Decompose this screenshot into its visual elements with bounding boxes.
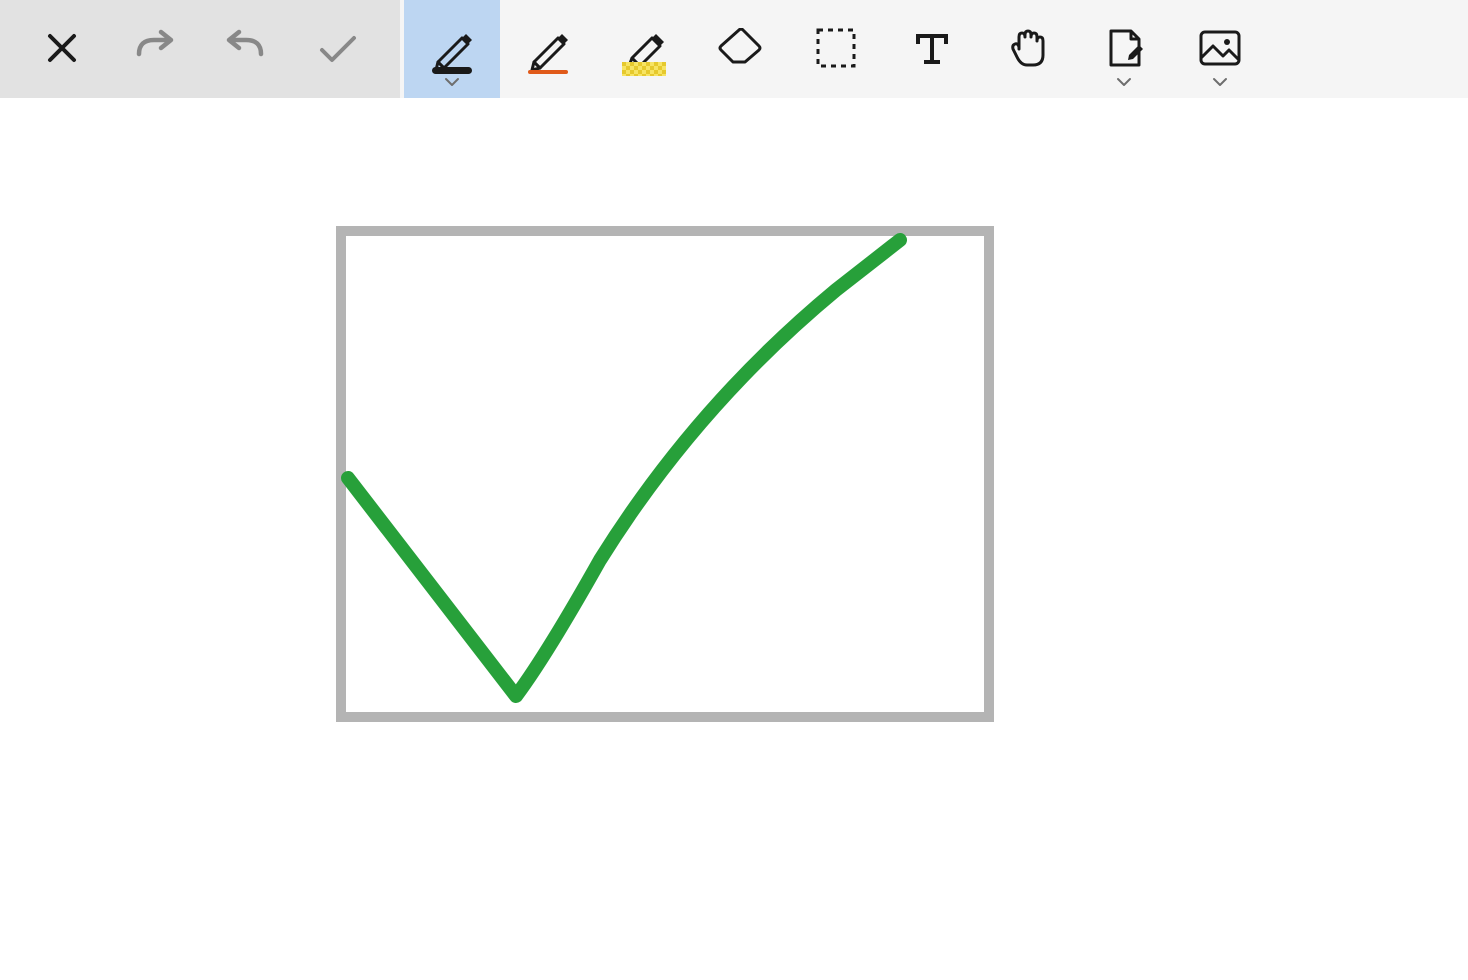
highlighter-color-swatch — [622, 62, 666, 76]
check-icon — [316, 30, 360, 69]
pen-black-tool[interactable] — [404, 0, 500, 98]
select-tool[interactable] — [788, 0, 884, 98]
chevron-down-icon — [1212, 75, 1228, 90]
chevron-down-icon — [1116, 75, 1132, 90]
insert-image-tool[interactable] — [1172, 0, 1268, 98]
redo-button[interactable] — [108, 0, 200, 98]
text-tool[interactable] — [884, 0, 980, 98]
pen-color-swatch — [528, 70, 568, 74]
eraser-tool[interactable] — [692, 0, 788, 98]
selection-icon — [814, 26, 858, 73]
text-icon — [912, 28, 952, 71]
annotation-toolbar — [0, 0, 1468, 98]
hand-icon — [1005, 25, 1051, 74]
image-icon — [1197, 28, 1243, 71]
undo-icon — [223, 28, 269, 71]
page-edit-icon — [1101, 25, 1147, 74]
redo-icon — [131, 28, 177, 71]
toolbar-actions-group — [0, 0, 400, 98]
pen-color-swatch — [432, 67, 472, 74]
page-edit-tool[interactable] — [1076, 0, 1172, 98]
close-button[interactable] — [16, 0, 108, 98]
pen-icon — [524, 24, 572, 75]
drawn-rectangle-shape[interactable] — [336, 226, 994, 722]
toolbar-tools-group — [400, 0, 1468, 98]
close-icon — [42, 28, 82, 71]
undo-button[interactable] — [200, 0, 292, 98]
accept-button[interactable] — [292, 0, 384, 98]
drawing-canvas[interactable] — [0, 98, 1468, 980]
pen-orange-tool[interactable] — [500, 0, 596, 98]
eraser-icon — [715, 28, 765, 71]
highlighter-tool[interactable] — [596, 0, 692, 98]
chevron-down-icon — [444, 75, 460, 90]
pan-tool[interactable] — [980, 0, 1076, 98]
